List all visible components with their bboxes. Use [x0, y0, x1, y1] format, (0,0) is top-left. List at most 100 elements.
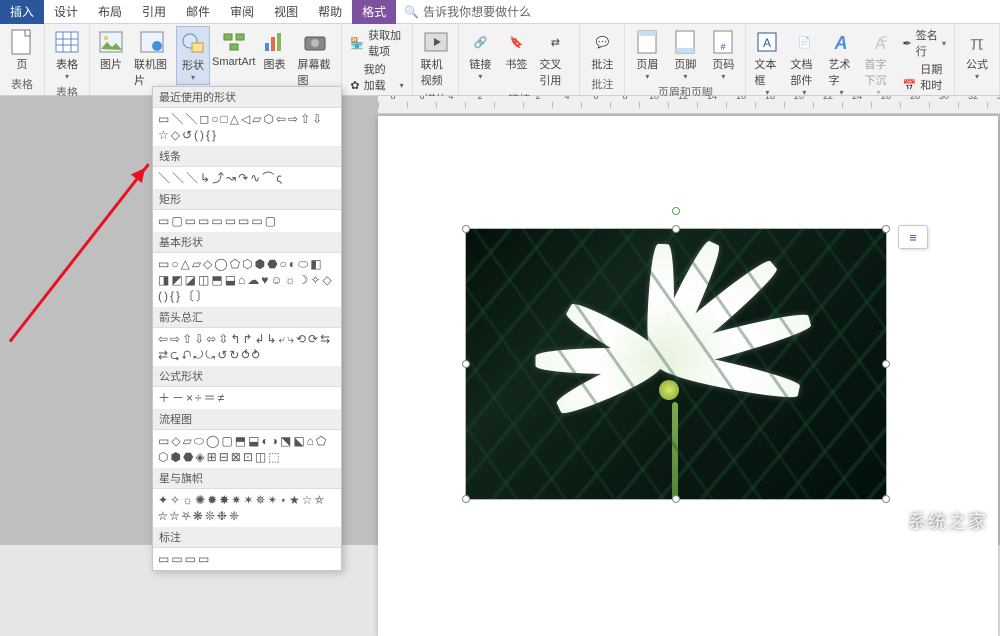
- tell-me-search[interactable]: 🔍 告诉我你想要做什么: [404, 3, 531, 20]
- group-comments: 💬批注 批注: [580, 24, 625, 95]
- resize-handle-sw[interactable]: [462, 495, 470, 503]
- textbox-icon: A: [753, 28, 781, 56]
- ribbon: 页 表格 表格▾ 表格 图片 联机图片 形状▾: [0, 24, 1000, 96]
- shapes-button[interactable]: 形状▾: [176, 26, 210, 85]
- shapes-grid-rect[interactable]: ▭▢▭▭▭▭▭▭▢: [153, 210, 341, 232]
- group-tables: 表格▾ 表格: [45, 24, 90, 95]
- tab-references[interactable]: 引用: [132, 0, 176, 24]
- group-text: A文本框▾ 📄文档部件▾ A艺术字▾ A首字下沉▾ ✒签名行▾ 📅日期和时间 ◫…: [746, 24, 955, 95]
- dropcap-button: A首字下沉▾: [860, 26, 896, 99]
- resize-handle-ne[interactable]: [882, 225, 890, 233]
- wordart-button[interactable]: A艺术字▾: [824, 26, 858, 99]
- cross-reference-button[interactable]: ⇄交叉引用: [535, 26, 575, 90]
- signature-icon: ✒: [903, 37, 912, 50]
- shapes-grid-equation[interactable]: ＋－×÷＝≠: [153, 387, 341, 409]
- video-icon: [422, 28, 450, 56]
- table-icon: [53, 28, 81, 56]
- shapes-grid-stars[interactable]: ✦✧☼✺✹✸✷✶✵✴⋆★☆⛤⛥⛦⛧❋❊❉❈: [153, 489, 341, 527]
- online-pictures-button[interactable]: 联机图片: [130, 26, 174, 90]
- tab-help[interactable]: 帮助: [308, 0, 352, 24]
- shapes-category-recent: 最近使用的形状: [153, 87, 341, 108]
- shapes-category-flowchart: 流程图: [153, 409, 341, 430]
- pagenum-icon: #: [709, 28, 737, 56]
- watermark-text: 系统之家: [908, 508, 988, 534]
- tab-layout[interactable]: 布局: [88, 0, 132, 24]
- bookmark-button[interactable]: 🔖书签: [499, 26, 533, 74]
- svg-text:A: A: [875, 36, 886, 53]
- svg-text:A: A: [763, 36, 771, 50]
- shapes-grid-recent[interactable]: ▭＼＼◻○□△◁▱⬡⇦⇨⇧⇩☆◇↺(){}: [153, 108, 341, 146]
- pages-button[interactable]: 页: [4, 26, 40, 74]
- get-addins-button[interactable]: 🏪获取加载项: [346, 26, 407, 60]
- tab-design[interactable]: 设计: [44, 0, 88, 24]
- rotate-handle[interactable]: [672, 207, 680, 215]
- resize-handle-nw[interactable]: [462, 225, 470, 233]
- group-pages: 页 表格: [0, 24, 45, 95]
- svg-text:#: #: [721, 42, 726, 52]
- group-symbols: π公式▾ 公式: [955, 24, 1000, 95]
- header-icon: [633, 28, 661, 56]
- tab-review[interactable]: 审阅: [220, 0, 264, 24]
- svg-text:π: π: [970, 33, 984, 54]
- shapes-category-rect: 矩形: [153, 189, 341, 210]
- horizontal-ruler[interactable]: 8642246810121416182022242628303234363840…: [378, 96, 1000, 114]
- online-video-button[interactable]: 联机视频: [417, 26, 455, 90]
- crossref-icon: ⇄: [541, 28, 569, 56]
- shapes-grid-callouts[interactable]: ▭▭▭▭: [153, 548, 341, 570]
- resize-handle-s[interactable]: [672, 495, 680, 503]
- shapes-category-equation: 公式形状: [153, 366, 341, 387]
- header-button[interactable]: 页眉▾: [629, 26, 665, 83]
- shapes-grid-flowchart[interactable]: ▭◇▱⬭◯▢⬒⬓◐◑⬔⬕⌂⬠⬡⬢⬣◈⊞⊟⊠⊡◫⬚: [153, 430, 341, 468]
- tab-mailings[interactable]: 邮件: [176, 0, 220, 24]
- link-icon: 🔗: [466, 28, 494, 56]
- bookmark-icon: 🔖: [502, 28, 530, 56]
- chart-button[interactable]: 图表: [257, 26, 291, 74]
- shapes-category-basic: 基本形状: [153, 232, 341, 253]
- comment-icon: 💬: [588, 28, 616, 56]
- pictures-button[interactable]: 图片: [94, 26, 128, 74]
- resize-handle-e[interactable]: [882, 360, 890, 368]
- smartart-button[interactable]: SmartArt: [212, 26, 255, 70]
- watermark: 系统之家: [868, 507, 988, 535]
- group-media: 联机视频 媒体: [413, 24, 460, 95]
- resize-handle-n[interactable]: [672, 225, 680, 233]
- ribbon-tabs: 插入 设计 布局 引用 邮件 审阅 视图 帮助 格式 🔍 告诉我你想要做什么: [0, 0, 1000, 24]
- tab-view[interactable]: 视图: [264, 0, 308, 24]
- tab-format[interactable]: 格式: [352, 0, 396, 24]
- shapes-grid-basic[interactable]: ▭○△▱◇◯⬠⬡⬢⬣○◐⬭◧◨◩◪◫⬒⬓⌂☁♥☺☼☽✧◇(){}〔〕: [153, 253, 341, 307]
- shapes-category-arrows: 箭头总汇: [153, 307, 341, 328]
- flower-image-content: [466, 229, 886, 499]
- quickparts-button[interactable]: 📄文档部件▾: [786, 26, 822, 99]
- smartart-icon: [220, 28, 248, 56]
- equation-button[interactable]: π公式▾: [959, 26, 995, 83]
- shapes-icon: [179, 29, 207, 57]
- signature-button[interactable]: ✒签名行▾: [899, 26, 950, 60]
- textbox-button[interactable]: A文本框▾: [750, 26, 784, 99]
- shapes-category-stars: 星与旗帜: [153, 468, 341, 489]
- tell-me-label: 告诉我你想要做什么: [423, 3, 531, 20]
- footer-button[interactable]: 页脚▾: [667, 26, 703, 83]
- date-icon: 📅: [903, 79, 917, 92]
- search-icon: 🔍: [404, 5, 419, 19]
- screenshot-icon: [301, 28, 329, 56]
- shapes-dropdown-panel: 最近使用的形状 ▭＼＼◻○□△◁▱⬡⇦⇨⇧⇩☆◇↺(){} 线条 ＼＼＼↳⤴↝↷…: [152, 86, 342, 571]
- page-number-button[interactable]: #页码▾: [705, 26, 741, 83]
- layout-icon: ≡: [909, 230, 917, 245]
- footer-icon: [671, 28, 699, 56]
- resize-handle-se[interactable]: [882, 495, 890, 503]
- shapes-grid-lines[interactable]: ＼＼＼↳⤴↝↷∿⌒ς: [153, 167, 341, 189]
- layout-options-button[interactable]: ≡: [898, 225, 928, 249]
- comment-button[interactable]: 💬批注: [584, 26, 620, 74]
- shapes-grid-arrows[interactable]: ⇦⇨⇧⇩⬄⇳↰↱↲↳⤶⤷⟲⟳⇆⇄⮎⮏⤾⤿↺↻⥀⥁: [153, 328, 341, 366]
- store-icon: 🏪: [350, 37, 364, 50]
- svg-text:A: A: [834, 33, 848, 53]
- watermark-logo-icon: [868, 507, 902, 535]
- link-button[interactable]: 🔗链接▾: [463, 26, 497, 83]
- tab-insert[interactable]: 插入: [0, 0, 44, 24]
- resize-handle-w[interactable]: [462, 360, 470, 368]
- parts-icon: 📄: [790, 28, 818, 56]
- dropcap-icon: A: [864, 28, 892, 56]
- selected-image[interactable]: ≡: [466, 229, 886, 499]
- page-icon: [8, 28, 36, 56]
- table-button[interactable]: 表格▾: [49, 26, 85, 83]
